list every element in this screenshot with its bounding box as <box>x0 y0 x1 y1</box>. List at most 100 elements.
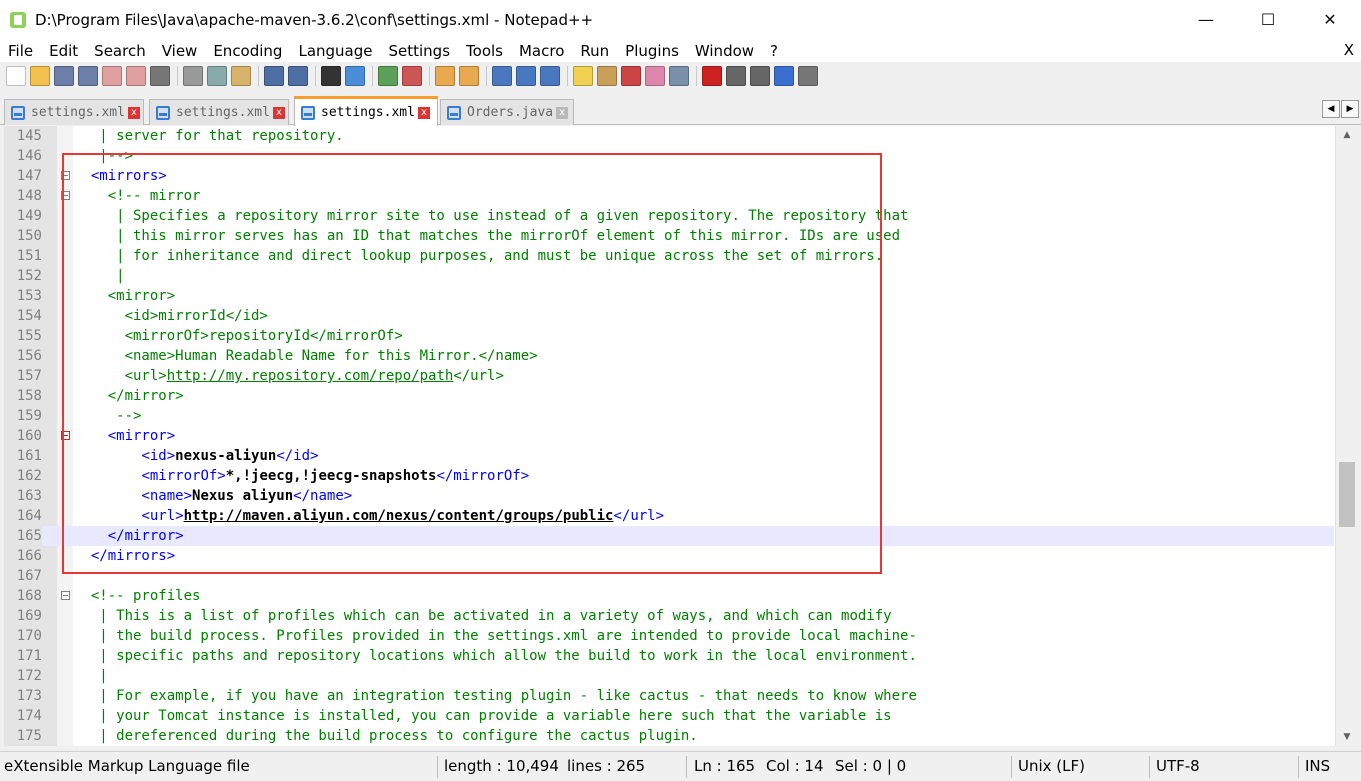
print-icon[interactable] <box>150 66 170 86</box>
tab-scroll-right-button[interactable]: ▶ <box>1341 100 1359 118</box>
close-window-button[interactable]: ✕ <box>1299 0 1361 39</box>
copy-icon[interactable] <box>207 66 227 86</box>
code-line[interactable]: 164 <url>http://maven.aliyun.com/nexus/c… <box>4 506 1334 526</box>
menu-item-help[interactable]: ? <box>762 42 786 60</box>
code-line[interactable]: 167 <box>4 566 1334 586</box>
code-line[interactable]: 169 | This is a list of profiles which c… <box>4 606 1334 626</box>
save-all-icon[interactable] <box>78 66 98 86</box>
code-line[interactable]: 151 | for inheritance and direct lookup … <box>4 246 1334 266</box>
monitoring-icon[interactable] <box>669 66 689 86</box>
word-wrap-icon[interactable] <box>492 66 512 86</box>
code-line[interactable]: 149 | Specifies a repository mirror site… <box>4 206 1334 226</box>
menu-item-edit[interactable]: Edit <box>41 42 86 60</box>
scroll-up-button[interactable]: ▲ <box>1336 126 1357 144</box>
code-line[interactable]: 156 <name>Human Readable Name for this M… <box>4 346 1334 366</box>
code-line[interactable]: 154 <id>mirrorId</id> <box>4 306 1334 326</box>
fold-toggle-icon[interactable] <box>61 191 70 200</box>
record-macro-icon[interactable] <box>702 66 722 86</box>
code-line[interactable]: 171 | specific paths and repository loca… <box>4 646 1334 666</box>
status-eol-format[interactable]: Unix (LF) <box>1014 752 1085 781</box>
zoom-out-icon[interactable] <box>402 66 422 86</box>
vertical-scrollbar[interactable]: ▲ ▼ <box>1335 126 1357 746</box>
code-line[interactable]: 155 <mirrorOf>repositoryId</mirrorOf> <box>4 326 1334 346</box>
menu-item-settings[interactable]: Settings <box>381 42 459 60</box>
menu-item-run[interactable]: Run <box>572 42 617 60</box>
code-line[interactable]: 152 | <box>4 266 1334 286</box>
run-macro-multiple-icon[interactable] <box>774 66 794 86</box>
code-line[interactable]: 175 | dereferenced during the build proc… <box>4 726 1334 746</box>
code-editor[interactable]: 145 | server for that repository. 146 |--… <box>4 126 1357 746</box>
tab-close-button[interactable]: x <box>556 106 569 119</box>
tab-close-button[interactable]: x <box>272 106 285 119</box>
maximize-button[interactable]: ☐ <box>1237 0 1299 39</box>
redo-icon[interactable] <box>288 66 308 86</box>
code-line[interactable]: 162 <mirrorOf>*,!jeecg,!jeecg-snapshots<… <box>4 466 1334 486</box>
code-line[interactable]: 172 | <box>4 666 1334 686</box>
tab-settings-xml-2[interactable]: settings.xml x <box>149 99 289 125</box>
code-line[interactable]: 147 <mirrors> <box>4 166 1334 186</box>
tab-settings-xml-active[interactable]: settings.xml x <box>294 96 438 126</box>
play-macro-icon[interactable] <box>750 66 770 86</box>
menu-item-file[interactable]: File <box>0 42 41 60</box>
sync-vertical-icon[interactable] <box>435 66 455 86</box>
code-line[interactable]: 160 <mirror> <box>4 426 1334 446</box>
menu-item-view[interactable]: View <box>154 42 206 60</box>
scroll-thumb[interactable] <box>1339 462 1355 527</box>
menu-item-search[interactable]: Search <box>86 42 154 60</box>
replace-icon[interactable] <box>345 66 365 86</box>
tab-close-button[interactable]: x <box>417 106 430 119</box>
folder-workspace-icon[interactable] <box>645 66 665 86</box>
save-macro-icon[interactable] <box>798 66 818 86</box>
fold-toggle-icon[interactable] <box>61 171 70 180</box>
tab-settings-xml-1[interactable]: settings.xml x <box>4 99 144 125</box>
code-line[interactable]: 145 | server for that repository. <box>4 126 1334 146</box>
code-line[interactable]: 173 | For example, if you have an integr… <box>4 686 1334 706</box>
code-line[interactable]: 150 | this mirror serves has an ID that … <box>4 226 1334 246</box>
doc-map-icon[interactable] <box>597 66 617 86</box>
code-line[interactable]: 168 <!-- profiles <box>4 586 1334 606</box>
save-icon[interactable] <box>54 66 74 86</box>
menu-item-language[interactable]: Language <box>290 42 380 60</box>
menu-item-macro[interactable]: Macro <box>511 42 572 60</box>
scroll-down-button[interactable]: ▼ <box>1336 728 1357 746</box>
line-number: 164 <box>16 508 42 524</box>
menu-item-encoding[interactable]: Encoding <box>205 42 290 60</box>
code-line[interactable]: 174 | your Tomcat instance is installed,… <box>4 706 1334 726</box>
indent-guide-icon[interactable] <box>540 66 560 86</box>
zoom-in-icon[interactable] <box>378 66 398 86</box>
paste-icon[interactable] <box>231 66 251 86</box>
current-line[interactable]: 165 </mirror> <box>4 526 1334 546</box>
code-line[interactable]: 157 <url>http://my.repository.com/repo/p… <box>4 366 1334 386</box>
function-list-icon[interactable] <box>621 66 641 86</box>
new-file-icon[interactable] <box>6 66 26 86</box>
stop-record-icon[interactable] <box>726 66 746 86</box>
code-line[interactable]: 159 --> <box>4 406 1334 426</box>
close-icon[interactable] <box>102 66 122 86</box>
code-line[interactable]: 163 <name>Nexus aliyun</name> <box>4 486 1334 506</box>
close-all-icon[interactable] <box>126 66 146 86</box>
find-icon[interactable] <box>321 66 341 86</box>
code-line[interactable]: 148 <!-- mirror <box>4 186 1334 206</box>
fold-toggle-icon[interactable] <box>61 431 70 440</box>
code-line[interactable]: 161 <id>nexus-aliyun</id> <box>4 446 1334 466</box>
menu-item-tools[interactable]: Tools <box>458 42 511 60</box>
cut-icon[interactable] <box>183 66 203 86</box>
code-line[interactable]: 146 |--> <box>4 146 1334 166</box>
open-file-icon[interactable] <box>30 66 50 86</box>
minimize-button[interactable]: — <box>1175 0 1237 39</box>
menu-item-plugins[interactable]: Plugins <box>617 42 687 60</box>
undo-icon[interactable] <box>264 66 284 86</box>
tab-orders-java[interactable]: Orders.java x <box>440 99 574 125</box>
close-document-button[interactable]: X <box>1344 41 1354 59</box>
code-line[interactable]: 166 </mirrors> <box>4 546 1334 566</box>
fold-toggle-icon[interactable] <box>61 591 70 600</box>
code-line[interactable]: 158 </mirror> <box>4 386 1334 406</box>
sync-horizontal-icon[interactable] <box>459 66 479 86</box>
user-language-icon[interactable] <box>573 66 593 86</box>
code-line[interactable]: 153 <mirror> <box>4 286 1334 306</box>
show-all-chars-icon[interactable] <box>516 66 536 86</box>
menu-item-window[interactable]: Window <box>687 42 762 60</box>
tab-scroll-left-button[interactable]: ◀ <box>1322 100 1340 118</box>
code-line[interactable]: 170 | the build process. Profiles provid… <box>4 626 1334 646</box>
tab-close-button[interactable]: x <box>127 106 140 119</box>
